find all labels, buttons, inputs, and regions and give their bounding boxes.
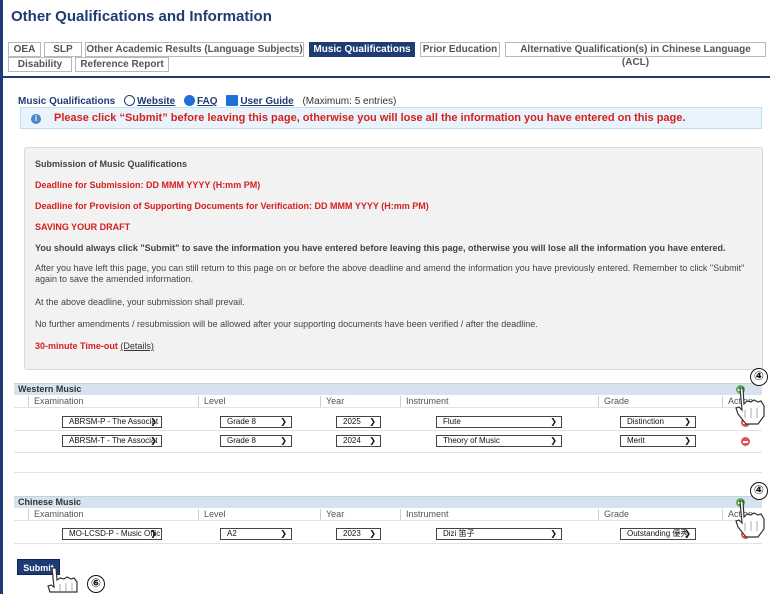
western-row2-examination-select[interactable]: ABRSM-T - The Associat ❯ bbox=[62, 435, 162, 447]
callout-number-submit: ⑥ bbox=[87, 575, 105, 593]
pointing-hand-icon bbox=[47, 567, 78, 593]
pointing-hand-icon bbox=[735, 500, 765, 538]
chevron-down-icon: ❯ bbox=[550, 417, 557, 426]
remove-western-row2-icon[interactable] bbox=[741, 437, 750, 446]
book-icon bbox=[226, 95, 239, 106]
row-divider bbox=[14, 543, 762, 544]
website-link[interactable]: Website bbox=[137, 96, 175, 107]
chevron-down-icon: ❯ bbox=[369, 436, 376, 445]
chevron-down-icon: ❯ bbox=[369, 417, 376, 426]
deadline-submission: Deadline for Submission: DD MMM YYYY (H:… bbox=[35, 180, 261, 190]
chevron-down-icon: ❯ bbox=[684, 436, 691, 445]
timeout-label: 30-minute Time-out bbox=[35, 341, 118, 351]
user-guide-link[interactable]: User Guide bbox=[240, 96, 293, 107]
chevron-down-icon: ❯ bbox=[684, 417, 691, 426]
chevron-down-icon: ❯ bbox=[369, 529, 376, 538]
alert-text: Please click “Submit” before leaving thi… bbox=[54, 112, 686, 124]
col-instrument: Instrument bbox=[400, 396, 598, 407]
western-row1-instrument-select[interactable]: Flute ❯ bbox=[436, 416, 562, 428]
tab-oea[interactable]: OEA bbox=[8, 42, 41, 57]
deadline-documents: Deadline for Provision of Supporting Doc… bbox=[35, 201, 429, 211]
info-para-no-amend: No further amendments / resubmission wil… bbox=[35, 319, 538, 329]
chinese-row1-examination-select[interactable]: MO-LCSD-P - Music Offic ❯ bbox=[62, 528, 162, 540]
western-row1-level-select[interactable]: Grade 8 ❯ bbox=[220, 416, 292, 428]
western-row2-year-select[interactable]: 2024 ❯ bbox=[336, 435, 381, 447]
western-row1-year-select[interactable]: 2025 ❯ bbox=[336, 416, 381, 428]
col-grade: Grade bbox=[598, 509, 722, 520]
submit-reminder-alert: i Please click “Submit” before leaving t… bbox=[20, 107, 762, 129]
chevron-down-icon: ❯ bbox=[150, 436, 157, 445]
timeout-notice: 30-minute Time-out (Details) bbox=[35, 341, 154, 351]
globe-icon bbox=[124, 95, 136, 106]
page-title: Other Qualifications and Information bbox=[11, 8, 272, 25]
info-para-amend: After you have left this page, you can s… bbox=[35, 263, 745, 284]
col-instrument: Instrument bbox=[400, 509, 598, 520]
col-level: Level bbox=[198, 396, 320, 407]
chinese-row1-level-select[interactable]: A2 ❯ bbox=[220, 528, 292, 540]
western-row2-grade-select[interactable]: Merit ❯ bbox=[620, 435, 696, 447]
tab-prior-education[interactable]: Prior Education bbox=[420, 42, 500, 57]
western-row2-level-select[interactable]: Grade 8 ❯ bbox=[220, 435, 292, 447]
col-examination: Examination bbox=[28, 396, 198, 407]
chevron-down-icon: ❯ bbox=[280, 529, 287, 538]
col-year: Year bbox=[320, 396, 400, 407]
faq-icon bbox=[183, 95, 195, 106]
col-level: Level bbox=[198, 509, 320, 520]
pointing-hand-icon bbox=[735, 387, 765, 425]
timeout-details-link[interactable]: (Details) bbox=[120, 341, 154, 351]
tab-other-academic-results[interactable]: Other Academic Results (Language Subject… bbox=[85, 42, 304, 57]
col-year: Year bbox=[320, 509, 400, 520]
max-entries-note: (Maximum: 5 entries) bbox=[302, 96, 397, 107]
chevron-down-icon: ❯ bbox=[550, 529, 557, 538]
info-para-prevail: At the above deadline, your submission s… bbox=[35, 297, 245, 307]
tab-music-qualifications[interactable]: Music Qualifications bbox=[309, 42, 415, 57]
row-divider bbox=[14, 430, 762, 431]
chinese-music-header: Chinese Music bbox=[14, 496, 762, 508]
chevron-down-icon: ❯ bbox=[280, 417, 287, 426]
tab-reference-report[interactable]: Reference Report bbox=[75, 57, 169, 72]
tab-slp[interactable]: SLP bbox=[44, 42, 82, 57]
tab-alternative-qualifications[interactable]: Alternative Qualification(s) in Chinese … bbox=[505, 42, 766, 68]
chinese-row1-year-select[interactable]: 2023 ❯ bbox=[336, 528, 381, 540]
chinese-row1-instrument-select[interactable]: Dizi 笛子 ❯ bbox=[436, 528, 562, 540]
tab-bar: OEA SLP Other Academic Results (Language… bbox=[0, 38, 770, 78]
row-divider bbox=[14, 452, 762, 453]
chevron-down-icon: ❯ bbox=[684, 529, 691, 538]
chevron-down-icon: ❯ bbox=[280, 436, 287, 445]
draft-heading: SAVING YOUR DRAFT bbox=[35, 222, 131, 232]
chevron-down-icon: ❯ bbox=[550, 436, 557, 445]
chinese-row1-grade-select[interactable]: Outstanding 優秀 ❯ bbox=[620, 528, 696, 540]
col-examination: Examination bbox=[28, 509, 198, 520]
western-row2-instrument-select[interactable]: Theory of Music ❯ bbox=[436, 435, 562, 447]
western-row1-examination-select[interactable]: ABRSM-P - The Associat ❯ bbox=[62, 416, 162, 428]
chevron-down-icon: ❯ bbox=[150, 417, 157, 426]
chevron-down-icon: ❯ bbox=[150, 529, 157, 538]
tab-disability[interactable]: Disability bbox=[8, 57, 72, 72]
row-divider bbox=[14, 407, 762, 408]
row-divider bbox=[14, 472, 762, 473]
faq-link[interactable]: FAQ bbox=[197, 96, 218, 107]
western-music-header: Western Music bbox=[14, 383, 762, 395]
title-bar: Other Qualifications and Information bbox=[0, 0, 770, 38]
row-divider bbox=[14, 520, 762, 521]
submission-info-panel: Submission of Music Qualifications Deadl… bbox=[24, 147, 763, 370]
western-row1-grade-select[interactable]: Distinction ❯ bbox=[620, 416, 696, 428]
info-heading: Submission of Music Qualifications bbox=[35, 159, 188, 169]
draft-warning: You should always click "Submit" to save… bbox=[35, 243, 726, 253]
section-title: Music Qualifications bbox=[18, 96, 116, 107]
col-grade: Grade bbox=[598, 396, 722, 407]
section-heading: Music Qualifications Website FAQ User Gu… bbox=[18, 95, 396, 107]
info-icon: i bbox=[31, 114, 41, 124]
